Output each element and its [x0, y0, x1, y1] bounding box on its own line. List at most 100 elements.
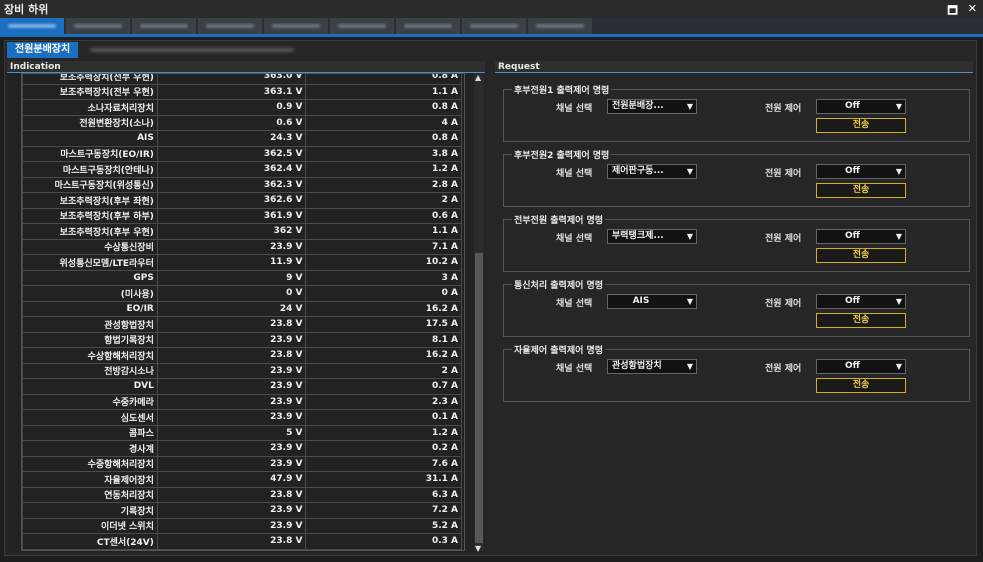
row-voltage: 9 V [156, 269, 307, 286]
indication-scrollbar[interactable]: ▲ ▼ [474, 73, 484, 553]
table-row: 자율제어장치 47.9 V 31.1 A [22, 471, 462, 488]
row-name: 전원변환장치(소나) [22, 114, 158, 131]
row-name: 소나자료처리장치 [22, 99, 158, 116]
row-voltage: 23.9 V [156, 502, 307, 519]
tab-blurred[interactable] [82, 42, 302, 58]
row-name: 콤파스 [22, 424, 158, 441]
scroll-up-icon[interactable]: ▲ [475, 73, 481, 82]
send-button[interactable]: 전송 [816, 183, 906, 198]
row-name: 기록장치 [22, 502, 158, 519]
chevron-down-icon: ▼ [686, 167, 693, 176]
power-select[interactable]: Off ▼ [816, 229, 906, 244]
send-button[interactable]: 전송 [816, 378, 906, 393]
indication-table: 보조추력장치(전부 우현) 363.0 V 0.8 A 보조추력장치(전부 우현) 36… [21, 73, 465, 551]
channel-value: 부력탱크제... [612, 231, 664, 241]
menu-item-6[interactable] [330, 18, 394, 34]
row-voltage: 5 V [156, 424, 307, 441]
scroll-thumb[interactable] [475, 253, 483, 543]
table-row: 위성통신모뎀/LTE라우터 11.9 V 10.2 A [22, 254, 462, 271]
channel-label: 채널 선택 [556, 234, 593, 244]
row-voltage: 23.8 V [156, 486, 307, 503]
channel-select[interactable]: 전원분배장... ▼ [607, 99, 697, 114]
tab-power-distribution[interactable]: 전원분배장치 [7, 42, 79, 58]
power-select[interactable]: Off ▼ [816, 359, 906, 374]
row-current: 1.2 A [305, 424, 462, 441]
request-header: Request [495, 61, 973, 73]
menu-underline [0, 34, 983, 37]
row-current: 2.8 A [305, 176, 462, 193]
channel-select[interactable]: 부력탱크제... ▼ [607, 229, 697, 244]
table-row: 보조추력장치(전부 우현) 363.1 V 1.1 A [22, 83, 462, 100]
menu-item-7[interactable] [396, 18, 460, 34]
row-current: 0.8 A [305, 99, 462, 116]
row-name: 보조추력장치(전부 우현) [22, 83, 158, 100]
table-row: 콤파스 5 V 1.2 A [22, 424, 462, 441]
request-group: 자율제어 출력제어 명령 채널 선택 관성항법장치 ▼ 전원 제어 Off ▼ 전송 [503, 343, 970, 402]
power-label: 전원 제어 [765, 234, 802, 244]
row-current: 1.2 A [305, 161, 462, 178]
request-panel: 후부전원1 출력제어 명령 채널 선택 전원분배장... ▼ 전원 제어 Off ▼ 전송 후부… [495, 74, 973, 552]
row-current: 31.1 A [305, 471, 462, 488]
table-row: DVL 23.9 V 0.7 A [22, 378, 462, 395]
send-button[interactable]: 전송 [816, 313, 906, 328]
row-name: 마스트구동장치(위성통신) [22, 176, 158, 193]
row-voltage: 23.8 V [156, 533, 307, 550]
power-label: 전원 제어 [765, 104, 802, 114]
channel-select[interactable]: 제어판구동... ▼ [607, 164, 697, 179]
power-select[interactable]: Off ▼ [816, 294, 906, 309]
table-row: AIS 24.3 V 0.8 A [22, 130, 462, 147]
row-current: 0.8 A [305, 74, 462, 85]
menu-item-9[interactable] [528, 18, 592, 34]
table-row: 보조추력장치(전부 우현) 363.0 V 0.8 A [22, 74, 462, 85]
window-title: 장비 하위 [4, 3, 49, 16]
row-voltage: 363.1 V [156, 83, 307, 100]
row-voltage: 23.9 V [156, 362, 307, 379]
group-title: 통신처리 출력제어 명령 [512, 278, 606, 291]
row-voltage: 23.9 V [156, 393, 307, 410]
channel-select[interactable]: 관성항법장치 ▼ [607, 359, 697, 374]
row-voltage: 23.9 V [156, 517, 307, 534]
menu-item-1[interactable] [0, 18, 64, 34]
power-select[interactable]: Off ▼ [816, 164, 906, 179]
row-voltage: 47.9 V [156, 471, 307, 488]
row-current: 16.2 A [305, 300, 462, 317]
row-current: 7.6 A [305, 455, 462, 472]
menu-item-2[interactable] [66, 18, 130, 34]
row-current: 0.8 A [305, 130, 462, 147]
table-row: 보조추력장치(후부 우현) 362 V 1.1 A [22, 223, 462, 240]
send-button[interactable]: 전송 [816, 248, 906, 263]
row-voltage: 0.9 V [156, 99, 307, 116]
row-name: 보조추력장치(후부 하부) [22, 207, 158, 224]
menu-item-5[interactable] [264, 18, 328, 34]
row-voltage: 362.6 V [156, 192, 307, 209]
row-voltage: 362.5 V [156, 145, 307, 162]
scroll-down-icon[interactable]: ▼ [475, 544, 481, 553]
menu-item-4[interactable] [198, 18, 262, 34]
row-voltage: 0.6 V [156, 114, 307, 131]
power-label: 전원 제어 [765, 169, 802, 179]
table-row: 전원변환장치(소나) 0.6 V4 A [22, 114, 462, 131]
menu-item-8[interactable] [462, 18, 526, 34]
menu-item-3[interactable] [132, 18, 196, 34]
table-row: 수상항해처리장치 23.8 V 16.2 A [22, 347, 462, 364]
group-title: 자율제어 출력제어 명령 [512, 343, 606, 356]
indication-header: Indication [7, 61, 485, 73]
row-current: 2 A [305, 362, 462, 379]
main-panel: 전원분배장치 Indication Request 보조추력장치(전부 우현) 3… [4, 40, 977, 556]
chevron-down-icon: ▼ [686, 362, 693, 371]
table-row: (미사용) 0 V0 A [22, 285, 462, 302]
chevron-down-icon: ▼ [895, 102, 902, 111]
group-title: 전부전원 출력제어 명령 [512, 213, 606, 226]
row-name: AIS [22, 130, 158, 147]
tab-strip: 전원분배장치 [7, 42, 302, 58]
row-voltage: 24.3 V [156, 130, 307, 147]
row-name: DVL [22, 378, 158, 395]
row-current: 17.5 A [305, 316, 462, 333]
row-voltage: 361.9 V [156, 207, 307, 224]
power-select[interactable]: Off ▼ [816, 99, 906, 114]
row-name: 수상통신장비 [22, 238, 158, 255]
row-name: 수중카메라 [22, 393, 158, 410]
channel-select[interactable]: AIS ▼ [607, 294, 697, 309]
table-row: 이더넷 스위치 23.9 V 5.2 A [22, 517, 462, 534]
send-button[interactable]: 전송 [816, 118, 906, 133]
